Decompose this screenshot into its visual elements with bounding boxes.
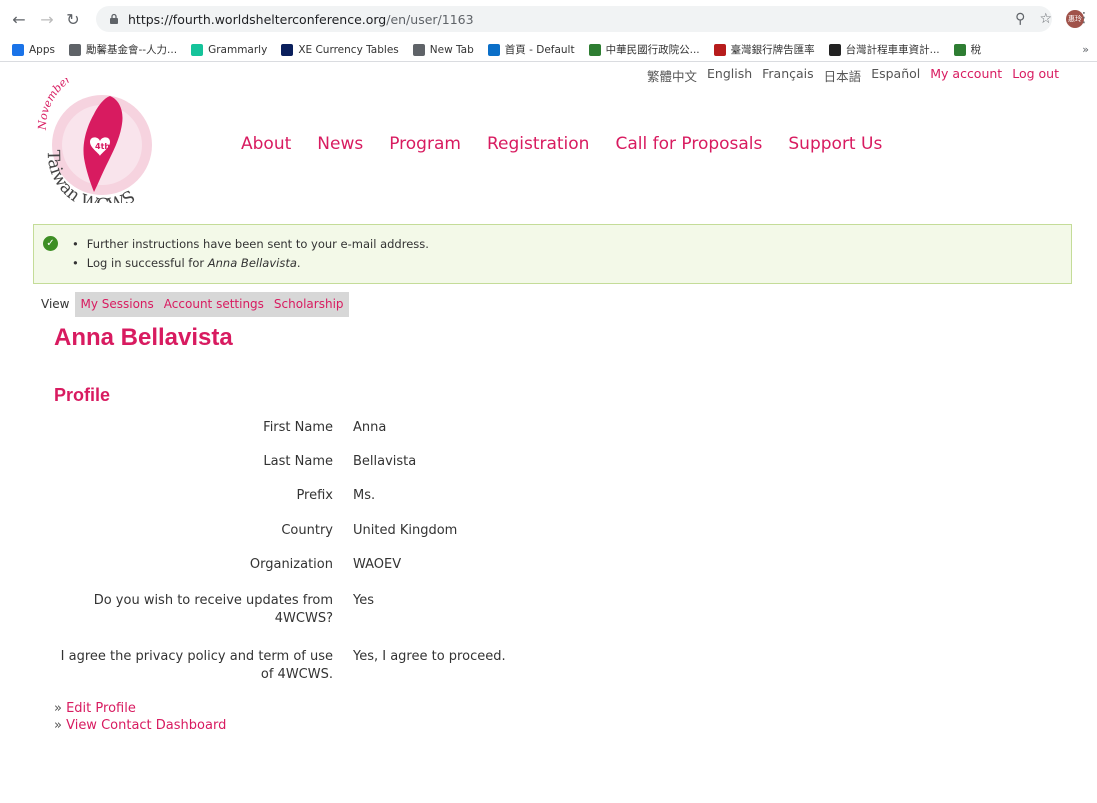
- bookmark-label: 首頁 - Default: [504, 44, 575, 56]
- bookmark-item[interactable]: 中華民國行政院公...: [588, 42, 700, 57]
- lang-zh-tw[interactable]: 繁體中文: [647, 66, 697, 85]
- log-out-link[interactable]: Log out: [1012, 66, 1059, 85]
- apps-grid-icon: [12, 43, 24, 56]
- bookmark-label: 稅: [970, 44, 982, 56]
- field-label: Last Name: [263, 454, 333, 469]
- bookmark-label: Grammarly: [208, 43, 268, 56]
- field-value: Yes, I agree to proceed.: [353, 649, 506, 664]
- bookmark-label: 中華民國行政院公...: [605, 44, 700, 56]
- view-contact-dashboard-link[interactable]: View Contact Dashboard: [66, 718, 226, 733]
- bookmark-label: 臺灣銀行牌告匯率: [730, 44, 815, 56]
- nav-program[interactable]: Program: [389, 134, 461, 154]
- browser-toolbar: ← → ↻ https://fourth.worldshelterconfere…: [0, 0, 1097, 38]
- reload-icon[interactable]: ↻: [62, 8, 84, 30]
- bookmark-item[interactable]: 臺灣銀行牌告匯率: [713, 42, 815, 57]
- bank-icon: [713, 43, 726, 56]
- url-host: https://fourth.worldshelterconference.or…: [128, 11, 387, 27]
- tax-icon: [953, 43, 966, 56]
- star-bookmark-icon[interactable]: ☆: [1039, 11, 1052, 27]
- field-value: Anna: [353, 420, 387, 435]
- bookmark-item[interactable]: 台灣計程車車資計...: [828, 42, 940, 57]
- user-tabs: View My Sessions Account settings Schola…: [36, 292, 349, 317]
- tab-scholarship[interactable]: Scholarship: [268, 292, 349, 317]
- bookmark-item[interactable]: Apps: [12, 43, 55, 56]
- lang-en[interactable]: English: [707, 66, 752, 85]
- lang-fr[interactable]: Français: [762, 66, 814, 85]
- logo-badge: 4th: [95, 142, 110, 151]
- bookmark-item[interactable]: Grammarly: [191, 43, 268, 56]
- field-value: Ms.: [353, 488, 376, 503]
- language-bar: 繁體中文 English Français 日本語 Español My acc…: [647, 66, 1059, 85]
- bookmark-label: 勵馨基金會--人力...: [85, 44, 178, 56]
- bookmark-item[interactable]: 首頁 - Default: [487, 42, 575, 57]
- tab-view[interactable]: View: [36, 292, 76, 317]
- taxi-icon: [828, 43, 841, 56]
- field-label: Country: [281, 523, 333, 538]
- lang-ja[interactable]: 日本語: [824, 66, 862, 85]
- bookmark-label: XE Currency Tables: [298, 43, 399, 56]
- forward-arrow-icon[interactable]: →: [36, 8, 58, 30]
- field-label: I agree the privacy policy and term of u…: [60, 649, 333, 682]
- page-icon: [412, 43, 425, 56]
- nav-about[interactable]: About: [241, 134, 291, 154]
- bookmark-label: Apps: [29, 43, 55, 56]
- grammarly-icon: [191, 43, 204, 56]
- exec-yuan-icon: [588, 43, 601, 56]
- tab-account-settings[interactable]: Account settings: [158, 292, 269, 317]
- tab-my-sessions[interactable]: My Sessions: [75, 292, 159, 317]
- page-icon: [68, 43, 81, 56]
- nav-call-for-proposals[interactable]: Call for Proposals: [615, 134, 762, 154]
- back-arrow-icon[interactable]: ←: [8, 8, 30, 30]
- logged-in-user-name: Anna Bellavista: [207, 256, 297, 270]
- message-item: Log in successful for Anna Bellavista.: [72, 256, 429, 270]
- nav-news[interactable]: News: [317, 134, 363, 154]
- page-title: Anna Bellavista: [54, 324, 233, 351]
- field-value: Yes: [353, 593, 374, 608]
- address-bar[interactable]: https://fourth.worldshelterconference.or…: [96, 6, 1084, 32]
- nav-registration[interactable]: Registration: [487, 134, 590, 154]
- field-label: Organization: [249, 557, 333, 572]
- section-title-profile: Profile: [54, 385, 111, 405]
- field-label: Prefix: [296, 488, 333, 503]
- nav-support-us[interactable]: Support Us: [788, 134, 882, 154]
- message-list: Further instructions have been sent to y…: [72, 237, 429, 275]
- bookmarks-overflow-icon[interactable]: »: [1082, 43, 1089, 56]
- field-value: WAOEV: [353, 557, 402, 572]
- status-message: ✓ Further instructions have been sent to…: [33, 224, 1072, 284]
- url-path: /en/user/1163: [386, 11, 474, 27]
- lang-es[interactable]: Español: [871, 66, 920, 85]
- bookmarks-bar: Apps 勵馨基金會--人力... Grammarly XE Currency Tab…: [0, 38, 1097, 62]
- main-nav: About News Program Registration Call for…: [241, 134, 882, 154]
- lock-icon: [110, 13, 118, 24]
- field-value: United Kingdom: [353, 523, 458, 538]
- my-account-link[interactable]: My account: [930, 66, 1002, 85]
- message-item: Further instructions have been sent to y…: [72, 237, 429, 251]
- field-label: First Name: [263, 420, 333, 435]
- xe-icon: [281, 43, 294, 56]
- bookmark-item[interactable]: 稅: [953, 42, 982, 57]
- field-label: Do you wish to receive updates from 4WCWS…: [93, 593, 333, 626]
- profile-links: » Edit Profile » View Contact Dashboard: [54, 701, 227, 733]
- bookmark-item[interactable]: New Tab: [412, 43, 474, 56]
- sharepoint-icon: [487, 43, 500, 56]
- site-logo[interactable]: 4th November 5-8, 2019 Taiwan WCWS: [28, 78, 173, 203]
- check-circle-icon: ✓: [43, 236, 58, 251]
- bookmark-label: 台灣計程車車資計...: [845, 44, 940, 56]
- kebab-menu-icon[interactable]: ⋮: [1077, 10, 1091, 26]
- key-icon[interactable]: ⚲: [1015, 11, 1025, 27]
- bookmark-item[interactable]: XE Currency Tables: [281, 43, 399, 56]
- bookmark-label: New Tab: [429, 43, 474, 56]
- bookmark-item[interactable]: 勵馨基金會--人力...: [68, 42, 178, 57]
- edit-profile-link[interactable]: Edit Profile: [66, 701, 136, 716]
- field-value: Bellavista: [353, 454, 417, 469]
